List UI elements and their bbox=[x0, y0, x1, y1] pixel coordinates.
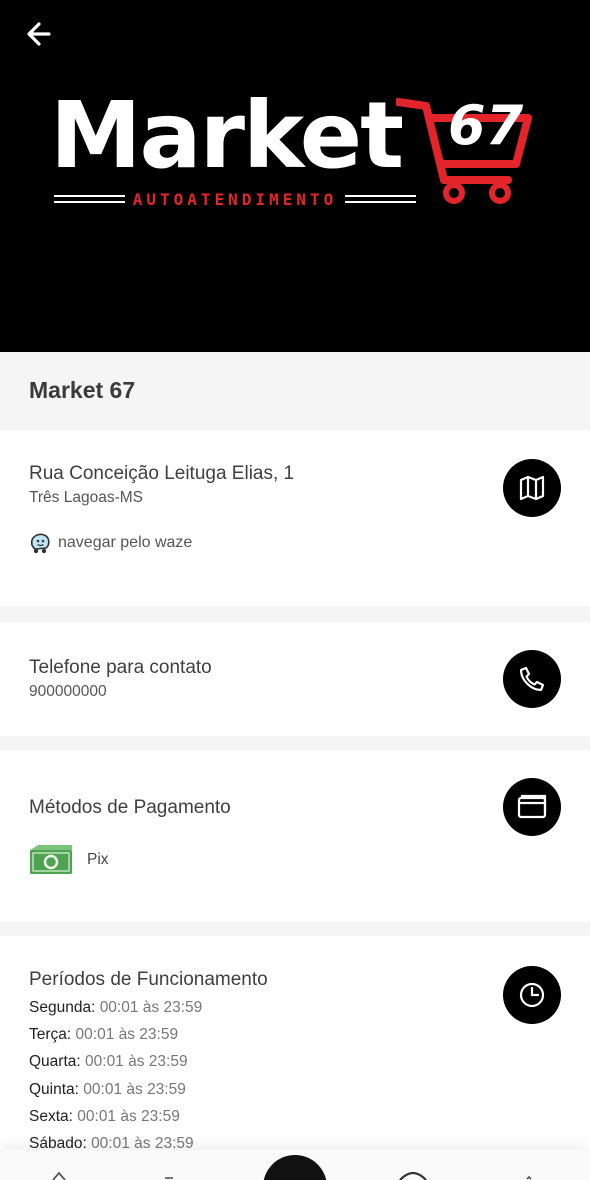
waze-link[interactable]: navegar pelo waze bbox=[29, 532, 192, 554]
hours-day: Quarta: bbox=[29, 1053, 81, 1071]
store-header-banner: Market AUTOATENDIMENTO 67 bbox=[0, 0, 590, 352]
hours-row-quarta: Quarta: 00:01 às 23:59 bbox=[29, 1050, 202, 1077]
logo-wordmark: Market bbox=[50, 82, 404, 189]
store-name: Market 67 bbox=[29, 377, 136, 403]
logo-line-left bbox=[54, 195, 125, 203]
phone-card: Telefone para contato 900000000 bbox=[0, 622, 590, 736]
logo-tagline: AUTOATENDIMENTO bbox=[132, 189, 338, 209]
payment-method-label: Pix bbox=[87, 851, 109, 868]
hours-row-quinta: Quinta: 00:01 às 23:59 bbox=[29, 1078, 202, 1105]
hours-card: Períodos de Funcionamento Segunda: 00:01… bbox=[0, 936, 590, 1152]
payment-methods-button[interactable] bbox=[503, 778, 561, 836]
back-button[interactable] bbox=[22, 18, 58, 50]
hours-time: 00:01 às 23:59 bbox=[77, 1107, 180, 1125]
hours-time: 00:01 às 23:59 bbox=[75, 1026, 179, 1044]
payment-title: Métodos de Pagamento bbox=[29, 797, 231, 818]
hours-list: Segunda: 00:01 às 23:59 Terça: 00:01 às … bbox=[29, 996, 202, 1159]
search-icon[interactable] bbox=[162, 1170, 176, 1180]
address-card: Rua Conceição Leituga Elias, 1 Três Lago… bbox=[0, 430, 590, 606]
clock-icon bbox=[519, 982, 545, 1008]
call-button[interactable] bbox=[503, 650, 561, 708]
shopping-cart-icon: 67 bbox=[396, 94, 532, 204]
hours-title: Períodos de Funcionamento bbox=[29, 969, 268, 990]
payment-method-item: Pix bbox=[29, 844, 109, 876]
hours-row-sexta: Sexta: 00:01 às 23:59 bbox=[29, 1105, 202, 1132]
arrow-left-icon bbox=[27, 22, 51, 46]
hours-day: Terça: bbox=[29, 1026, 72, 1044]
hours-time: 00:01 às 23:59 bbox=[83, 1080, 186, 1098]
hours-day: Segunda: bbox=[29, 999, 96, 1016]
address-street: Rua Conceição Leituga Elias, 1 bbox=[29, 463, 295, 484]
phone-icon bbox=[519, 666, 545, 692]
hours-day: Quinta: bbox=[29, 1080, 79, 1098]
home-icon[interactable] bbox=[52, 1170, 66, 1180]
store-logo: Market AUTOATENDIMENTO 67 bbox=[50, 80, 540, 215]
hours-time: 00:01 às 23:59 bbox=[99, 999, 203, 1016]
hours-time: 00:01 às 23:59 bbox=[85, 1053, 188, 1071]
profile-icon[interactable] bbox=[398, 1172, 428, 1180]
hours-row-segunda: Segunda: 00:01 às 23:59 bbox=[29, 996, 202, 1023]
hours-day: Sexta: bbox=[29, 1107, 73, 1125]
phone-title: Telefone para contato bbox=[29, 657, 212, 678]
money-bill-icon bbox=[30, 845, 72, 874]
waze-icon bbox=[30, 533, 50, 554]
logo-tagline-row: AUTOATENDIMENTO bbox=[54, 188, 416, 210]
menu-icon[interactable] bbox=[522, 1170, 536, 1180]
open-map-button[interactable] bbox=[503, 459, 561, 517]
waze-label: navegar pelo waze bbox=[58, 534, 193, 551]
wallet-card-icon bbox=[517, 794, 547, 819]
payment-card: Métodos de Pagamento Pix bbox=[0, 750, 590, 922]
map-icon bbox=[519, 475, 545, 501]
logo-number: 67 bbox=[448, 94, 524, 157]
hours-row-terca: Terça: 00:01 às 23:59 bbox=[29, 1023, 202, 1050]
address-city: Três Lagoas-MS bbox=[29, 489, 143, 506]
hours-button[interactable] bbox=[503, 966, 561, 1024]
phone-number: 900000000 bbox=[29, 683, 107, 700]
store-title-bar: Market 67 bbox=[0, 352, 590, 430]
